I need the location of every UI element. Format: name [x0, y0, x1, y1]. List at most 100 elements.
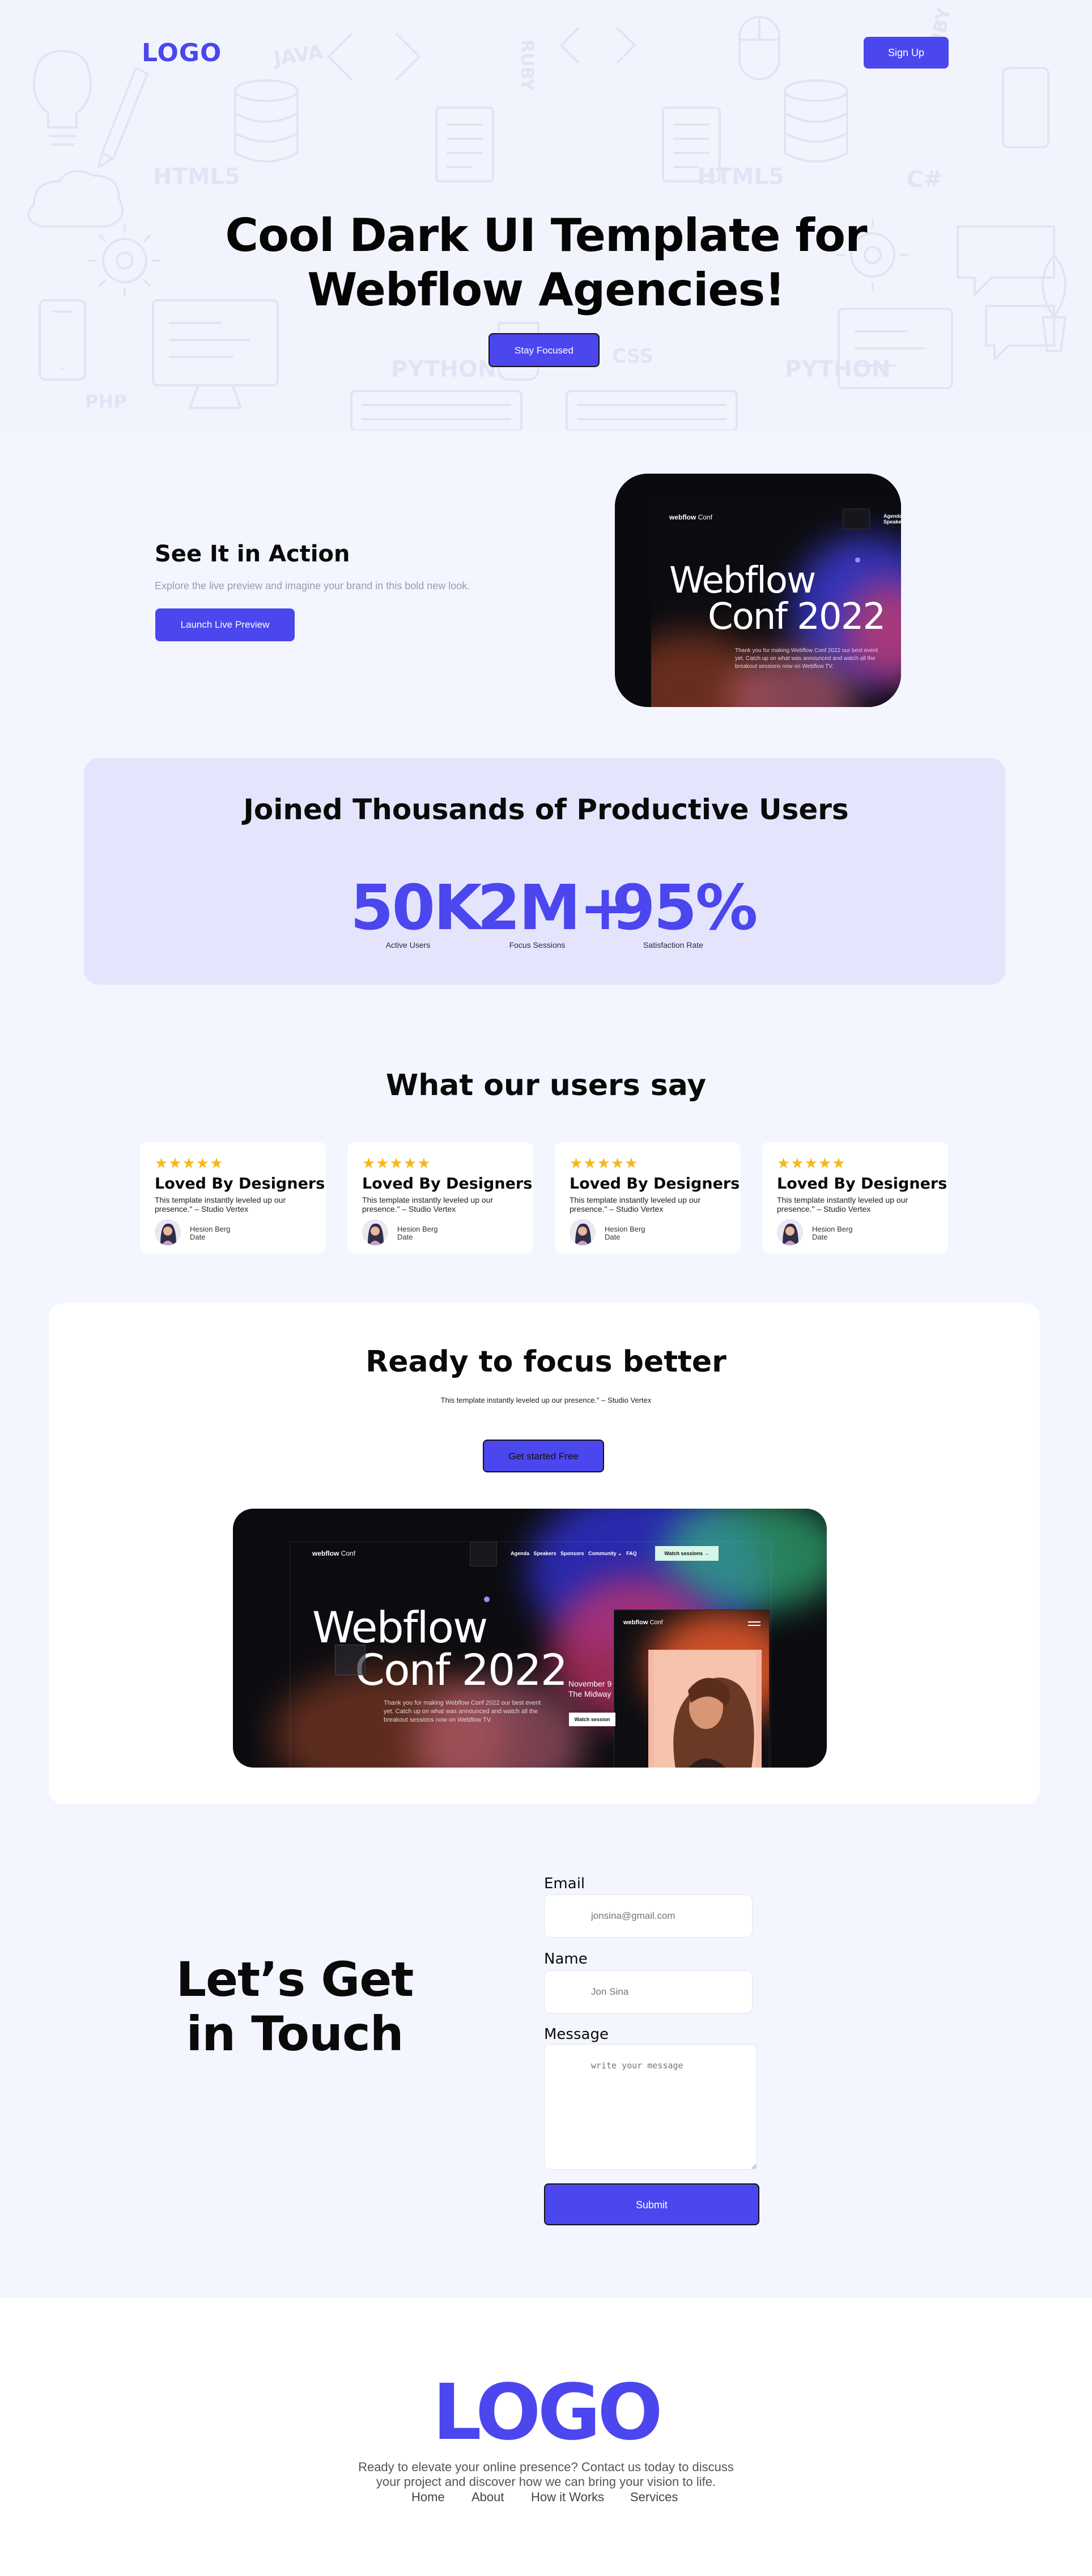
preview-mobile-brand: webflow Conf: [623, 1619, 663, 1626]
preview-headline-1: Webflow: [669, 560, 816, 602]
stat-label: Active Users: [385, 940, 431, 949]
stat-label: Satisfaction Rate: [643, 940, 703, 949]
svg-text:HTML5: HTML5: [697, 164, 784, 190]
testimonial-quote: This template instantly leveled up our p…: [570, 1195, 701, 1214]
testimonial-author: Hesion Berg: [397, 1225, 438, 1233]
preview-nav-item: Agenda: [883, 513, 901, 519]
preview-nav-item: Speakers: [533, 1551, 556, 1556]
submit-button[interactable]: Submit: [544, 2183, 759, 2225]
testimonial-title: Loved By Designers: [570, 1175, 740, 1193]
avatar: [570, 1219, 596, 1245]
svg-text:JAVA: JAVA: [271, 41, 325, 70]
preview-paragraph: Thank you for making Webflow Conf 2022 o…: [735, 648, 878, 670]
preview-large-paragraph: Thank you for making Webflow Conf 2022 o…: [384, 1700, 541, 1723]
stat-value: 2M+: [477, 871, 631, 944]
hero-title-line2: Webflow Agencies!: [307, 263, 785, 316]
footer-logo[interactable]: LOGO: [0, 2368, 1092, 2458]
action-subtitle: Explore the live preview and imagine you…: [155, 580, 470, 591]
preview-card-large: webflow Conf Agenda Speakers Sponsors Co…: [233, 1509, 827, 1768]
testimonial-date: Date: [605, 1233, 621, 1241]
footer-link-about[interactable]: About: [471, 2490, 504, 2505]
preview-date-text: November 9 The Midway: [568, 1679, 612, 1698]
testimonial-quote: This template instantly leveled up our p…: [155, 1195, 286, 1214]
testimonial-card: ★★★★★ Loved By Designers This template i…: [140, 1142, 326, 1253]
svg-text:C#: C#: [907, 167, 942, 193]
stay-focused-button[interactable]: Stay Focused: [488, 333, 600, 367]
testimonial-quote: This template instantly leveled up our p…: [362, 1195, 494, 1214]
speaker-photo: [654, 1651, 756, 1768]
testimonial-card: ★★★★★ Loved By Designers This template i…: [347, 1142, 533, 1253]
avatar: [777, 1219, 803, 1245]
svg-text:PYTHON: PYTHON: [785, 356, 891, 382]
stats-title: Joined Thousands of Productive Users: [243, 793, 849, 826]
preview-large-brand: webflow Conf: [312, 1549, 356, 1557]
avatar: [155, 1219, 181, 1245]
hero-title: Cool Dark UI Template for Webflow Agenci…: [0, 208, 1092, 317]
stat-value: 50K: [350, 871, 482, 944]
testimonial-quote: This template instantly leveled up our p…: [777, 1195, 908, 1214]
rating-stars-icon: ★★★★★: [155, 1155, 224, 1172]
preview-nav-item: Speakers: [883, 519, 901, 525]
footer-link-services[interactable]: Services: [630, 2490, 678, 2505]
preview-watch-button: Watch sessions →: [655, 1546, 719, 1561]
message-field[interactable]: [544, 2044, 757, 2170]
preview-nav-item: Sponsors: [560, 1551, 584, 1556]
email-field[interactable]: [544, 1894, 753, 1938]
rating-stars-icon: ★★★★★: [570, 1155, 639, 1172]
testimonial-author: Hesion Berg: [190, 1225, 231, 1233]
preview-large-nav: Agenda Speakers Sponsors Community ⌄ FAQ: [511, 1551, 637, 1557]
testimonial-card: ★★★★★ Loved By Designers This template i…: [555, 1142, 741, 1253]
hero-section: JAVA RUBY HTML5 HTML5 PYTHON PYTHON PHP …: [0, 0, 1092, 431]
svg-text:RUBY: RUBY: [517, 40, 537, 92]
preview-nav-item: FAQ: [626, 1551, 637, 1556]
testimonial-title: Loved By Designers: [362, 1175, 533, 1193]
get-started-button[interactable]: Get started Free: [483, 1440, 604, 1472]
hero-title-line1: Cool Dark UI Template for: [225, 209, 867, 262]
preview-large-headline-2: Conf 2022: [355, 1645, 568, 1695]
name-label: Name: [544, 1951, 588, 1968]
preview-screen: webflow Conf Agenda Speakers Webflow Con…: [651, 502, 901, 707]
svg-text:HTML5: HTML5: [153, 164, 240, 190]
menu-icon: [748, 1621, 760, 1626]
svg-text:PHP: PHP: [85, 391, 127, 412]
stat-value: 95%: [612, 871, 758, 944]
header-logo[interactable]: LOGO: [142, 39, 222, 67]
contact-title-line2: in Touch: [186, 2006, 403, 2062]
launch-preview-button[interactable]: Launch Live Preview: [155, 608, 295, 641]
testimonial-date: Date: [190, 1233, 206, 1241]
contact-title-line1: Let’s Get: [176, 1952, 414, 2007]
preview-nav-item: Agenda: [511, 1551, 530, 1556]
rating-stars-icon: ★★★★★: [777, 1155, 846, 1172]
avatar: [362, 1219, 388, 1245]
testimonial-author: Hesion Berg: [605, 1225, 645, 1233]
preview-nav: Agenda Speakers: [883, 513, 901, 525]
svg-text:PYTHON: PYTHON: [391, 356, 497, 382]
signup-button[interactable]: Sign Up: [864, 37, 949, 69]
ready-title: Ready to focus better: [366, 1345, 726, 1379]
preview-card-small: webflow Conf Agenda Speakers Webflow Con…: [615, 474, 901, 707]
testimonials-title: What our users say: [385, 1068, 707, 1102]
preview-nav-item: Community ⌄: [588, 1551, 622, 1556]
preview-mobile-screen: webflow Conf: [614, 1610, 770, 1768]
footer-link-how-it-works[interactable]: How it Works: [531, 2490, 604, 2505]
action-title: See It in Action: [155, 541, 350, 567]
testimonial-author: Hesion Berg: [812, 1225, 853, 1233]
svg-text:CSS: CSS: [612, 345, 653, 368]
testimonial-title: Loved By Designers: [777, 1175, 947, 1193]
testimonial-title: Loved By Designers: [155, 1175, 325, 1193]
testimonial-date: Date: [812, 1233, 828, 1241]
email-label: Email: [544, 1875, 585, 1892]
footer-link-home[interactable]: Home: [411, 2490, 445, 2505]
preview-brand: webflow Conf: [669, 513, 713, 521]
stat-label: Focus Sessions: [509, 940, 566, 949]
contact-title: Let’s Get in Touch: [142, 1952, 448, 2061]
rating-stars-icon: ★★★★★: [362, 1155, 431, 1172]
name-field[interactable]: [544, 1970, 753, 2013]
preview-watch-small-button: Watch session: [569, 1713, 615, 1726]
testimonial-date: Date: [397, 1233, 413, 1241]
message-label: Message: [544, 2026, 609, 2043]
footer-description: Ready to elevate your online presence? C…: [358, 2460, 734, 2489]
preview-headline-2: Conf 2022: [708, 596, 886, 638]
testimonial-card: ★★★★★ Loved By Designers This template i…: [762, 1142, 948, 1253]
ready-subtitle: This template instantly leveled up our p…: [440, 1396, 652, 1404]
